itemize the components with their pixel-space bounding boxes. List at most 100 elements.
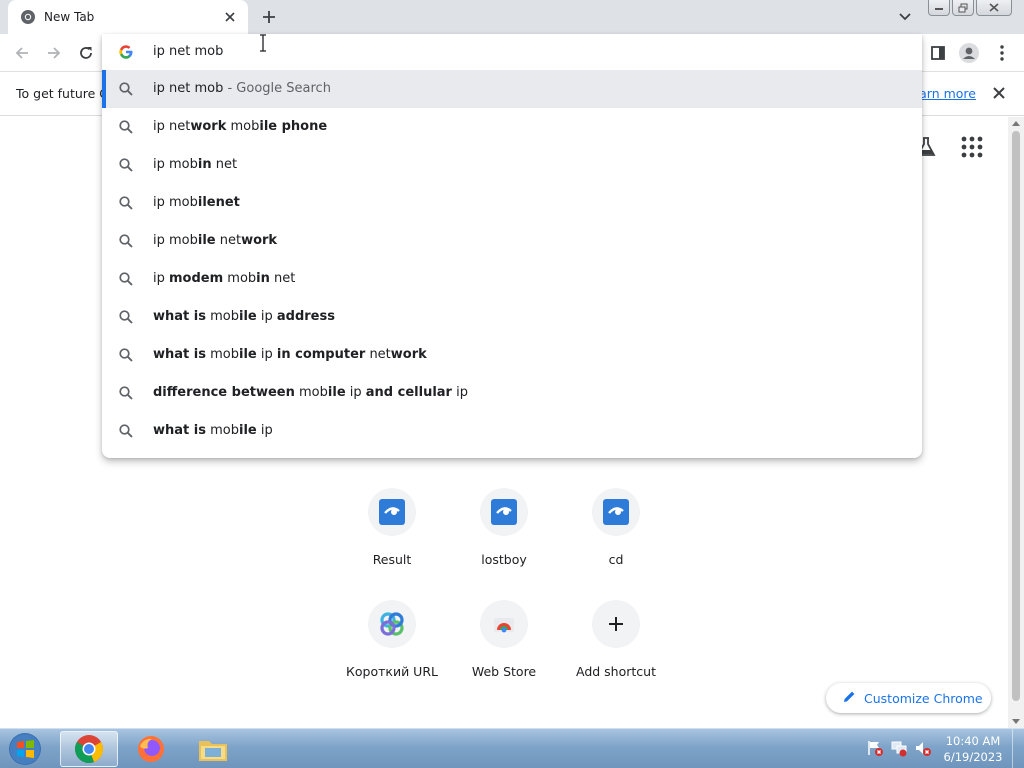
omnibox-suggestion[interactable]: ip net mob - Google Search xyxy=(102,70,922,108)
google-apps-grid-icon[interactable] xyxy=(960,135,984,159)
scrollbar-thumb[interactable] xyxy=(1012,131,1020,701)
add-shortcut-button[interactable]: Add shortcut xyxy=(560,600,672,708)
suggestion-fragment: ile xyxy=(239,309,257,324)
shortcut-result[interactable]: Result xyxy=(336,488,448,596)
suggestion-fragment: ile xyxy=(197,233,216,248)
search-icon xyxy=(118,385,134,401)
suggestion-fragment: ip xyxy=(153,271,169,286)
suggestion-fragment: net xyxy=(215,233,242,248)
search-icon xyxy=(118,233,134,249)
desktop-screen: New Tab To get future G Learn more Resul… xyxy=(0,0,1024,768)
shortcut-label: lostboy xyxy=(481,552,527,567)
reload-button[interactable] xyxy=(74,41,98,65)
ucoz-icon xyxy=(368,488,416,536)
search-icon xyxy=(118,347,134,363)
restore-button[interactable] xyxy=(952,0,974,16)
search-icon xyxy=(118,309,134,325)
tab-close-icon[interactable] xyxy=(222,9,238,25)
suggestion-fragment: ip xyxy=(256,347,277,362)
suggestion-fragment: in xyxy=(197,157,212,172)
short-url-icon xyxy=(368,600,416,648)
scroll-up-arrow-icon[interactable] xyxy=(1012,121,1020,126)
scroll-down-arrow-icon[interactable] xyxy=(1012,719,1020,724)
shortcut-cd[interactable]: cd xyxy=(560,488,672,596)
omnibox-suggestion[interactable]: what is mobile ip address xyxy=(102,298,922,336)
omnibox-suggestion[interactable]: what is mobile ip xyxy=(102,412,922,450)
clock-time: 10:40 AM xyxy=(945,734,1001,748)
search-icon xyxy=(118,157,134,173)
suggestion-fragment: work xyxy=(241,233,278,248)
omnibox-suggestion[interactable]: ip mobin net xyxy=(102,146,922,184)
shortcut-lostboy[interactable]: lostboy xyxy=(448,488,560,596)
clock-date: 6/19/2023 xyxy=(943,750,1003,764)
google-g-icon xyxy=(118,44,134,60)
side-panel-icon[interactable] xyxy=(926,41,950,65)
shortcut-short-url[interactable]: Короткий URL xyxy=(336,600,448,708)
tab-new-tab[interactable]: New Tab xyxy=(8,0,248,34)
suggestion-fragment: ip net mob xyxy=(153,81,224,96)
suggestion-fragment: ip xyxy=(345,385,366,400)
taskbar-clock[interactable]: 10:40 AM 6/19/2023 xyxy=(940,733,1006,765)
suggestion-fragment: ile xyxy=(327,385,346,400)
suggestion-text: what is mobile ip in computer network xyxy=(153,347,427,362)
search-icon xyxy=(118,81,134,97)
omnibox-suggestion[interactable]: what is mobile ip in computer network xyxy=(102,336,922,374)
suggestion-fragment: address xyxy=(276,309,335,324)
omnibox-input[interactable]: ip net mob xyxy=(102,34,922,70)
taskbar-chrome-button[interactable] xyxy=(60,731,118,767)
info-bar-close-icon[interactable] xyxy=(990,84,1008,102)
menu-kebab-icon[interactable] xyxy=(990,41,1014,65)
suggestion-fragment: net xyxy=(211,157,238,172)
customize-chrome-button[interactable]: Customize Chrome xyxy=(826,683,991,713)
taskbar-explorer-button[interactable] xyxy=(184,731,242,767)
suggestion-fragment: net xyxy=(269,271,296,286)
search-icon xyxy=(118,423,134,439)
suggestion-fragment: mob xyxy=(226,119,260,134)
back-button[interactable] xyxy=(10,41,34,65)
close-window-button[interactable] xyxy=(976,0,1012,16)
firefox-icon xyxy=(138,736,164,762)
suggestion-fragment: ile xyxy=(239,423,257,438)
folder-icon xyxy=(199,741,227,761)
shortcut-web-store[interactable]: Web Store xyxy=(448,600,560,708)
tab-search-chevron-icon[interactable] xyxy=(894,6,916,28)
suggestion-fragment: mob xyxy=(294,385,328,400)
suggestion-fragment: mob xyxy=(223,271,257,286)
suggestion-text: ip modem mobin net xyxy=(153,271,295,286)
suggestion-fragment: ip mob xyxy=(153,157,198,172)
action-center-flag-icon[interactable] xyxy=(866,739,884,757)
suggestion-text: what is mobile ip address xyxy=(153,309,335,324)
omnibox-suggestion[interactable]: ip network mobile phone xyxy=(102,108,922,146)
omnibox-suggestion[interactable]: ip mobilenet xyxy=(102,184,922,222)
omnibox-suggestion[interactable]: difference between mobile ip and cellula… xyxy=(102,374,922,412)
minimize-button[interactable] xyxy=(928,0,950,16)
suggestion-fragment: what is xyxy=(153,347,206,362)
show-desktop-button[interactable] xyxy=(1012,729,1024,768)
suggestion-fragment: ile phone xyxy=(259,119,328,134)
suggestion-fragment: ip xyxy=(451,385,468,400)
start-button[interactable] xyxy=(2,730,48,768)
network-icon[interactable] xyxy=(890,739,908,757)
suggestion-fragment: work xyxy=(390,347,427,362)
suggestion-fragment: and cellular xyxy=(365,385,452,400)
forward-button[interactable] xyxy=(42,41,66,65)
pencil-icon xyxy=(842,689,856,708)
suggestion-fragment: modem xyxy=(169,271,224,286)
omnibox-suggestion[interactable]: ip mobile network xyxy=(102,222,922,260)
taskbar-firefox-button[interactable] xyxy=(122,731,180,767)
new-tab-button[interactable] xyxy=(258,6,280,28)
search-icon xyxy=(118,271,134,287)
text-cursor-icon xyxy=(257,34,269,52)
shortcut-label: Короткий URL xyxy=(346,664,438,679)
omnibox-dropdown: ip net mob ip net mob - Google Search ip … xyxy=(102,34,922,458)
volume-muted-icon[interactable] xyxy=(914,739,932,757)
omnibox-input-text[interactable]: ip net mob xyxy=(153,44,223,59)
plus-icon xyxy=(592,600,640,648)
page-scrollbar[interactable] xyxy=(1008,117,1024,728)
omnibox-suggestion[interactable]: ip modem mobin net xyxy=(102,260,922,298)
suggestion-text: what is mobile ip xyxy=(153,423,273,438)
suggestion-fragment: difference between xyxy=(153,385,295,400)
tab-title: New Tab xyxy=(44,10,95,24)
suggestion-fragment: mob xyxy=(205,347,239,362)
profile-avatar-icon[interactable] xyxy=(957,41,981,65)
